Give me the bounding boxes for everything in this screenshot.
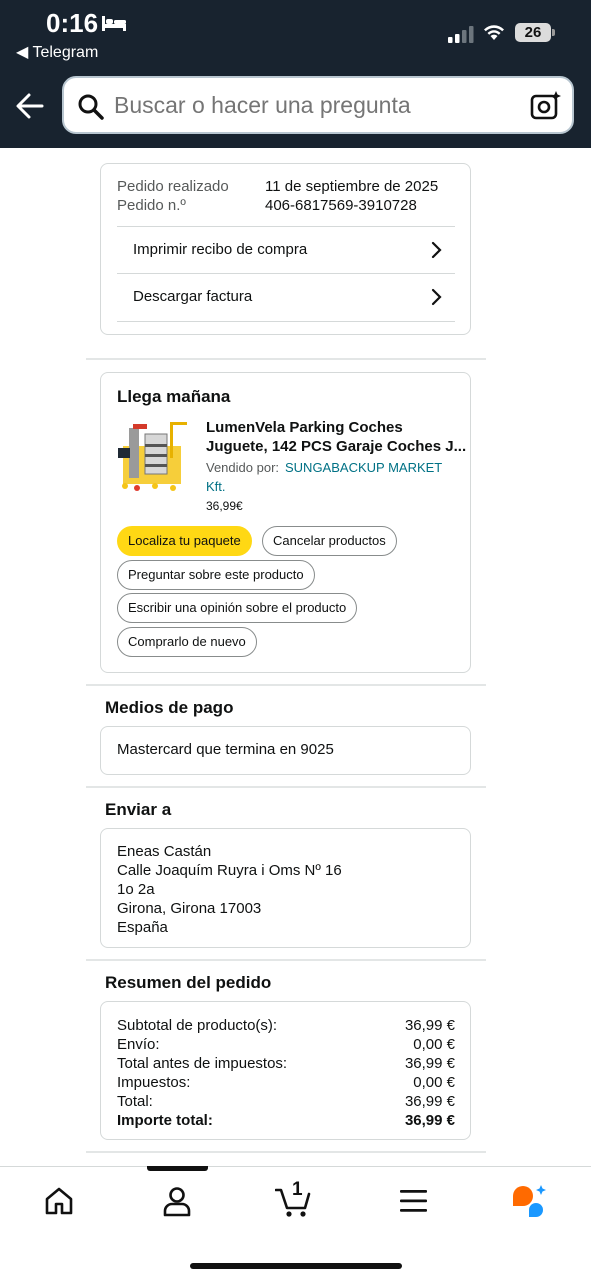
summary-value: 36,99 € — [404, 1055, 455, 1072]
payment-title: Medios de pago — [105, 698, 234, 717]
product-name-line-1[interactable]: LumenVela Parking Coches — [206, 419, 403, 436]
download-invoice-link[interactable]: Descargar factura — [117, 274, 455, 322]
order-number-label: Pedido n.º — [117, 197, 186, 214]
section-divider — [86, 786, 486, 788]
cancel-items-button[interactable]: Cancelar productos — [262, 526, 397, 556]
address-city: Girona, Girona 17003 — [117, 900, 262, 917]
summary-label: Envío: — [117, 1036, 160, 1053]
section-divider — [86, 358, 486, 360]
address-country: España — [117, 919, 168, 936]
summary-title: Resumen del pedido — [105, 973, 272, 992]
cart-count: 1 — [292, 1179, 303, 1200]
order-info-card: Pedido realizado 11 de septiembre de 202… — [100, 163, 471, 335]
section-divider — [86, 1151, 486, 1153]
section-divider — [86, 684, 486, 686]
search-bar[interactable] — [62, 76, 574, 134]
rufus-assistant-icon[interactable] — [510, 1183, 550, 1219]
print-receipt-link[interactable]: Imprimir recibo de compra — [117, 226, 455, 274]
search-icon — [78, 94, 104, 120]
summary-row-before-tax: Total antes de impuestos: 36,99 € — [117, 1055, 455, 1074]
account-icon[interactable] — [161, 1185, 193, 1217]
active-tab-indicator — [147, 1166, 208, 1171]
ask-about-product-button[interactable]: Preguntar sobre este producto — [117, 560, 315, 590]
summary-row-tax: Impuestos: 0,00 € — [117, 1074, 455, 1093]
status-time: 0:16 — [46, 8, 99, 38]
address-floor: 1o 2a — [117, 881, 155, 898]
summary-row-subtotal: Subtotal de producto(s): 36,99 € — [117, 1017, 455, 1036]
summary-value: 0,00 € — [413, 1074, 455, 1091]
print-receipt-label: Imprimir recibo de compra — [133, 241, 308, 258]
cellular-signal-icon — [448, 26, 474, 43]
sold-by-label: Vendido por: — [206, 460, 280, 475]
summary-value: 36,99 € — [404, 1112, 455, 1129]
battery-tip — [552, 29, 555, 36]
sleep-focus-icon — [102, 16, 126, 31]
summary-row-grand-total: Importe total: 36,99 € — [117, 1112, 455, 1131]
chevron-right-icon — [431, 288, 442, 306]
download-invoice-label: Descargar factura — [133, 288, 253, 305]
search-input[interactable] — [114, 92, 514, 119]
shipping-address-card: Eneas Castán Calle Joaquím Ruyra i Oms N… — [100, 828, 471, 948]
summary-label: Total antes de impuestos: — [117, 1055, 288, 1072]
track-package-button[interactable]: Localiza tu paquete — [117, 526, 252, 556]
summary-value: 36,99 € — [404, 1017, 455, 1034]
delivery-title: Llega mañana — [117, 387, 231, 406]
home-icon[interactable] — [43, 1185, 75, 1217]
summary-label: Importe total: — [117, 1112, 213, 1129]
product-price: 36,99€ — [206, 499, 243, 513]
summary-row-total: Total: 36,99 € — [117, 1093, 455, 1112]
delivery-card: Llega mañana LumenVela Parking Coches Ju… — [100, 372, 471, 673]
payment-card: Mastercard que termina en 9025 — [100, 726, 471, 775]
summary-value: 0,00 € — [413, 1036, 455, 1053]
write-review-button[interactable]: Escribir una opinión sobre el producto — [117, 593, 358, 623]
address-street: Calle Joaquím Ruyra i Oms Nº 16 — [117, 862, 342, 879]
summary-label: Subtotal de producto(s): — [117, 1017, 278, 1034]
summary-row-shipping: Envío: 0,00 € — [117, 1036, 455, 1055]
menu-icon[interactable] — [399, 1188, 429, 1214]
summary-label: Total: — [117, 1093, 153, 1110]
address-name: Eneas Castán — [117, 843, 212, 860]
product-name-line-2[interactable]: Juguete, 142 PCS Garaje Coches J... — [206, 438, 466, 455]
app-header: 0:16 ◀ Telegram 26 — [0, 0, 591, 148]
chevron-right-icon — [431, 241, 442, 259]
battery-indicator: 26 — [515, 23, 551, 42]
payment-method: Mastercard que termina en 9025 — [117, 741, 334, 758]
shipping-title: Enviar a — [105, 800, 172, 819]
summary-label: Impuestos: — [117, 1074, 191, 1091]
order-summary-card: Subtotal de producto(s): 36,99 € Envío: … — [100, 1001, 471, 1140]
seller-link-continued[interactable]: Kft. — [206, 479, 226, 494]
home-indicator — [190, 1263, 402, 1269]
back-to-telegram[interactable]: ◀ Telegram — [16, 42, 98, 62]
wifi-icon — [484, 25, 504, 40]
camera-search-icon[interactable] — [530, 90, 562, 122]
product-image[interactable] — [115, 418, 193, 492]
buy-again-button[interactable]: Comprarlo de nuevo — [117, 627, 257, 657]
seller-link[interactable]: SUNGABACKUP MARKET — [285, 460, 442, 475]
section-divider — [86, 959, 486, 961]
back-arrow-icon[interactable] — [14, 90, 46, 122]
summary-value: 36,99 € — [404, 1093, 455, 1110]
order-placed-value: 11 de septiembre de 2025 — [265, 178, 439, 195]
order-number-value: 406-6817569-3910728 — [265, 197, 417, 214]
order-placed-label: Pedido realizado — [117, 178, 229, 195]
